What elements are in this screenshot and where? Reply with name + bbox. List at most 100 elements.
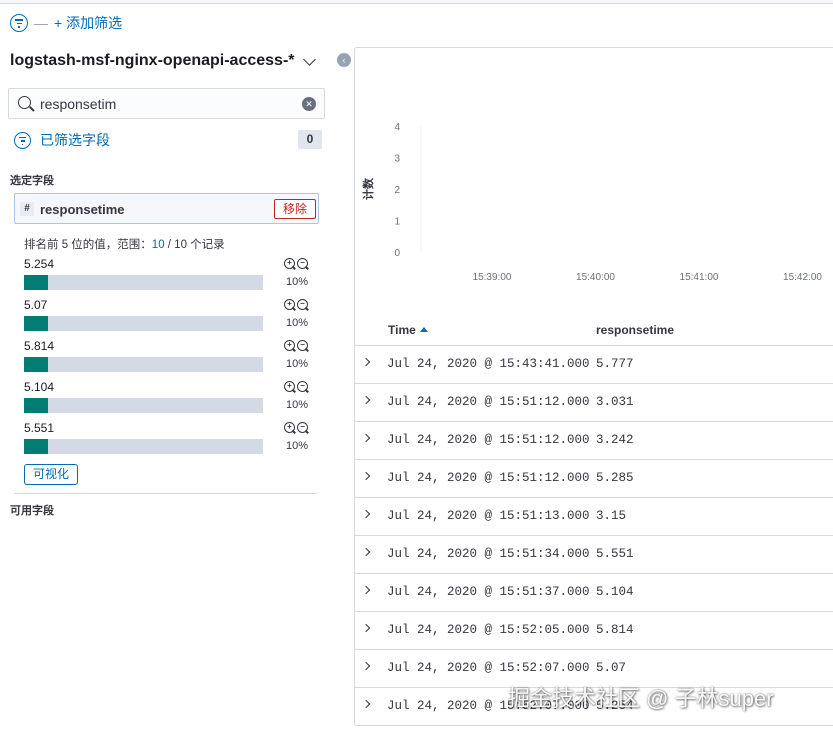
field-search-input[interactable] <box>40 94 300 114</box>
documents-table-header: Time responsetime <box>355 314 833 346</box>
x-tick-label: 15:40:00 <box>576 272 615 283</box>
cell-time: Jul 24, 2020 @ 15:51:12.000 <box>387 395 590 409</box>
expand-row-icon[interactable] <box>361 395 371 405</box>
zoom-in-icon[interactable]: + <box>284 258 295 269</box>
sort-ascending-icon[interactable] <box>419 327 428 332</box>
top-value-label: 5.254 <box>24 257 55 271</box>
cell-time: Jul 24, 2020 @ 15:51:34.000 <box>387 547 590 561</box>
top-value-filter-actions: + − <box>284 258 308 269</box>
collapse-sidebar-icon[interactable]: ‹ <box>337 53 351 67</box>
top-value-label: 5.814 <box>24 339 55 353</box>
top-value-percent: 10% <box>286 276 309 288</box>
table-row[interactable]: Jul 24, 2020 @ 15:51:13.000 3.15 <box>355 498 833 536</box>
top-value-bar-fill <box>24 398 48 413</box>
top-value-filter-actions: + − <box>284 299 308 310</box>
zoom-in-icon[interactable]: + <box>284 422 295 433</box>
cell-responsetime: 5.814 <box>596 623 634 637</box>
expand-row-icon[interactable] <box>361 623 371 633</box>
filter-separator: — <box>34 15 48 31</box>
top-value-percent: 10% <box>286 399 309 411</box>
zoom-out-icon[interactable]: − <box>297 258 308 269</box>
expand-row-icon[interactable] <box>361 585 371 595</box>
field-details: 排名前 5 位的值，范围：10 / 10 个记录 5.254 + −10% 5.07 +… <box>14 226 317 494</box>
top-value-bar <box>24 316 263 331</box>
zoom-out-icon[interactable]: − <box>297 381 308 392</box>
zoom-out-icon[interactable]: − <box>297 340 308 351</box>
zoom-out-icon[interactable]: − <box>297 299 308 310</box>
filtered-fields-label: 已筛选字段 <box>40 132 110 148</box>
remove-field-button[interactable]: 移除 <box>274 199 316 219</box>
main-panel: 0 1 2 3 4 计数 15:39:00 15:40:00 15:41:00 15:42:00 … <box>354 47 833 726</box>
top-border <box>0 0 833 4</box>
search-icon <box>18 96 31 109</box>
index-pattern-selector[interactable]: logstash-msf-nginx-openapi-access-* <box>10 52 316 70</box>
top-value-percent: 10% <box>286 358 309 370</box>
filtered-fields-count: 0 <box>298 130 322 149</box>
cell-responsetime: 3.15 <box>596 509 627 523</box>
index-pattern-name: logstash-msf-nginx-openapi-access-* <box>10 52 295 69</box>
top-value-label: 5.104 <box>24 380 55 394</box>
records-count-link[interactable]: 10 <box>152 239 165 251</box>
cell-responsetime: 5.07 <box>596 661 627 675</box>
field-search: ✕ <box>8 88 325 119</box>
cell-time: Jul 24, 2020 @ 15:51:37.000 <box>387 585 590 599</box>
zoom-in-icon[interactable]: + <box>284 340 295 351</box>
x-tick-label: 15:42:00 <box>783 272 822 283</box>
top-value-bar <box>24 275 263 290</box>
top-value-filter-actions: + − <box>284 340 308 351</box>
top-value-bar-fill <box>24 357 48 372</box>
zoom-out-icon[interactable]: − <box>297 422 308 433</box>
available-fields-title: 可用字段 <box>10 505 54 517</box>
filtered-fields-toggle[interactable]: 已筛选字段 0 <box>14 130 322 150</box>
top-value-percent: 10% <box>286 440 309 452</box>
table-row[interactable]: Jul 24, 2020 @ 15:51:12.000 3.242 <box>355 422 833 460</box>
expand-row-icon[interactable] <box>361 433 371 443</box>
y-axis-label: 计数 <box>361 177 375 200</box>
top-value-bar <box>24 398 263 413</box>
cell-time: Jul 24, 2020 @ 15:51:12.000 <box>387 471 590 485</box>
expand-row-icon[interactable] <box>361 547 371 557</box>
clear-search-icon[interactable]: ✕ <box>302 97 316 111</box>
top-value-label: 5.07 <box>24 298 48 312</box>
cell-time: Jul 24, 2020 @ 15:51:12.000 <box>387 433 590 447</box>
zoom-in-icon[interactable]: + <box>284 299 295 310</box>
table-row[interactable]: Jul 24, 2020 @ 15:43:41.000 5.777 <box>355 346 833 384</box>
add-filter-link[interactable]: + 添加筛选 <box>54 13 122 33</box>
filter-icon <box>14 131 31 149</box>
visualize-button[interactable]: 可视化 <box>24 464 78 485</box>
table-row[interactable]: Jul 24, 2020 @ 15:52:05.000 5.814 <box>355 612 833 650</box>
number-type-icon: # <box>20 202 34 216</box>
cell-time: Jul 24, 2020 @ 15:52:07.000 <box>387 661 590 675</box>
column-header-time[interactable]: Time <box>388 323 428 337</box>
y-tick-label: 4 <box>394 122 400 133</box>
cell-time: Jul 24, 2020 @ 15:43:41.000 <box>387 357 590 371</box>
field-name: responsetime <box>40 202 125 217</box>
selected-field-responsetime[interactable]: # responsetime 移除 <box>14 193 319 224</box>
filter-bar: — + 添加筛选 <box>10 13 122 33</box>
filter-options-icon[interactable] <box>10 14 28 32</box>
expand-row-icon[interactable] <box>361 661 371 671</box>
column-header-responsetime[interactable]: responsetime <box>596 323 674 337</box>
documents-table-body: Jul 24, 2020 @ 15:43:41.000 5.777 Jul 24, … <box>355 346 833 725</box>
top-value-label: 5.551 <box>24 421 55 435</box>
cell-time: Jul 24, 2020 @ 15:52:05.000 <box>387 623 590 637</box>
top-value-bar <box>24 357 263 372</box>
chevron-down-icon <box>302 52 316 66</box>
table-row[interactable]: Jul 24, 2020 @ 15:51:34.000 5.551 <box>355 536 833 574</box>
y-tick-label: 3 <box>394 154 400 165</box>
top-value-filter-actions: + − <box>284 422 308 433</box>
expand-row-icon[interactable] <box>361 509 371 519</box>
histogram-chart: 0 1 2 3 4 计数 15:39:00 15:40:00 15:41:00 15:42:00 <box>361 122 822 283</box>
zoom-in-icon[interactable]: + <box>284 381 295 392</box>
x-tick-label: 15:39:00 <box>473 272 512 283</box>
y-tick-label: 0 <box>394 248 400 259</box>
cell-responsetime: 3.031 <box>596 395 634 409</box>
cell-responsetime: 5.777 <box>596 357 634 371</box>
expand-row-icon[interactable] <box>361 357 371 367</box>
table-row[interactable]: Jul 24, 2020 @ 15:51:12.000 3.031 <box>355 384 833 422</box>
y-tick-label: 1 <box>394 217 400 228</box>
expand-row-icon[interactable] <box>361 699 371 709</box>
table-row[interactable]: Jul 24, 2020 @ 15:51:37.000 5.104 <box>355 574 833 612</box>
expand-row-icon[interactable] <box>361 471 371 481</box>
table-row[interactable]: Jul 24, 2020 @ 15:51:12.000 5.285 <box>355 460 833 498</box>
